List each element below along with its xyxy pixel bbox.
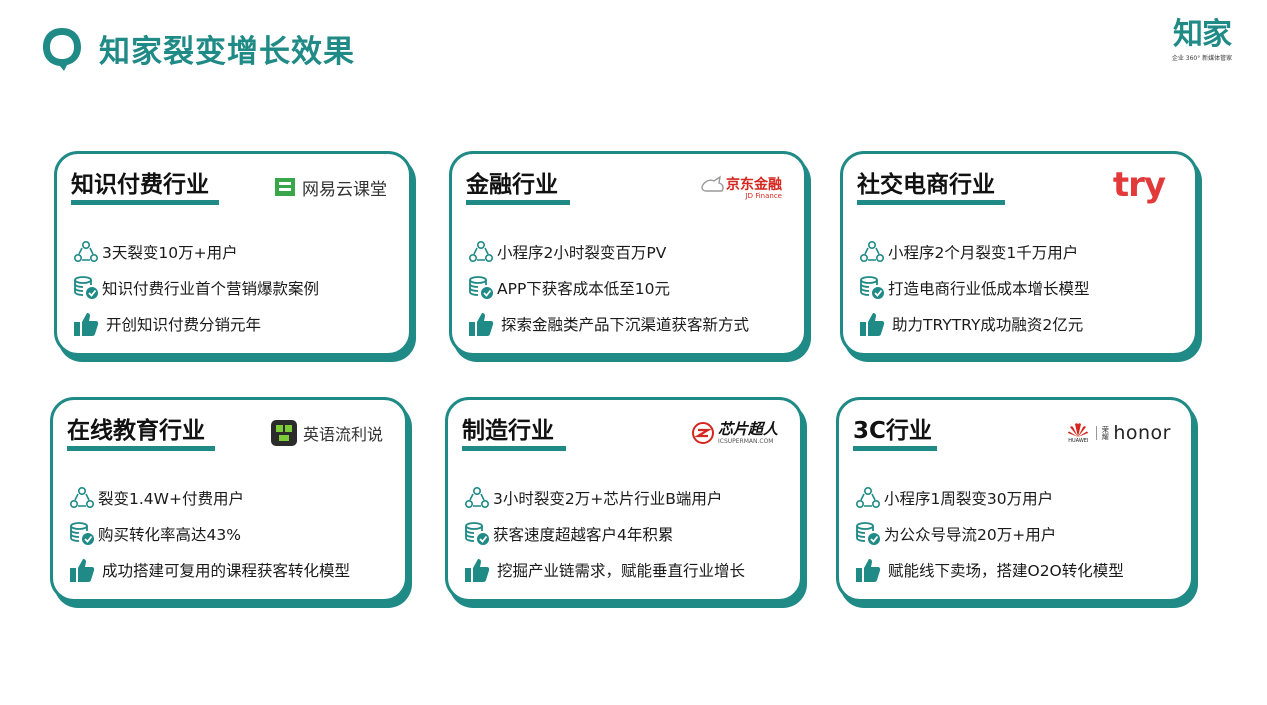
people-network-icon [73,240,98,263]
item-text: 3天裂变10万+用户 [102,244,238,262]
thumbs-up-icon [856,559,881,582]
jd-dog-icon [701,175,724,192]
people-network-icon [855,486,880,509]
coin-check-icon [469,276,493,299]
list-item: 小程序2小时裂变百万PV [468,234,749,270]
card-title: 知识付费行业 [71,172,209,198]
item-text: 打造电商行业低成本增长模型 [888,280,1090,298]
logo-text: 京东金融 [726,177,782,193]
thumbs-up-icon [465,559,490,582]
list-item: 赋能线下卖场，搭建O2O转化模型 [855,552,1124,588]
list-item: 成功搭建可复用的课程获客转化模型 [69,552,350,588]
honor-cn-text: 荣耀 [1096,426,1110,440]
liulishuo-app-icon [270,420,297,446]
jd-finance-logo: 京东金融 JD Finance [700,170,782,204]
thumbs-up-icon [860,313,885,336]
item-text: 助力TRYTRY成功融资2亿元 [892,316,1084,334]
title-underline [857,200,1005,205]
netease-cloud-classroom-logo: 网易云课堂 [274,170,387,204]
book-icon [275,178,295,196]
list-item: 挖掘产业链需求，赋能垂直行业增长 [464,552,745,588]
logo-text: 网易云课堂 [302,179,387,200]
item-text: 小程序2个月裂变1千万用户 [888,244,1079,262]
title-underline [462,446,566,451]
list-item: 为公众号导流20万+用户 [855,516,1124,552]
logo-text: honor [1113,422,1171,444]
list-item: 知识付费行业首个营销爆款案例 [73,270,319,306]
coin-check-icon [74,276,98,299]
item-text: 开创知识付费分销元年 [106,316,262,334]
brand-logo: 知家 企业 360° 新媒体管家 [1165,17,1239,63]
case-card-manufacturing: 制造行业 芯片超人 ICSUPERMAN.COM 3小时裂变2万+芯片行业B端用… [445,397,803,602]
logo-subtext: JD Finance [745,192,782,200]
item-text: 获客速度超越客户4年积累 [493,526,674,544]
card-title: 3C行业 [853,418,932,444]
case-card-online-education: 在线教育行业 英语流利说 裂变1.4W+付费用户 购买转化率高达43% 成功搭建… [50,397,408,602]
list-item: 3天裂变10万+用户 [73,234,319,270]
item-text: APP下获客成本低至10元 [497,280,671,298]
item-text: 知识付费行业首个营销爆款案例 [102,280,320,298]
item-text: 挖掘产业链需求，赋能垂直行业增长 [497,562,746,580]
icsuperman-icon [691,422,714,444]
list-item: 购买转化率高达43% [69,516,350,552]
title-underline [67,446,215,451]
item-text: 裂变1.4W+付费用户 [98,490,244,508]
thumbs-up-icon [70,559,95,582]
list-item: 探索金融类产品下沉渠道获客新方式 [468,306,749,342]
logo-text: 英语流利说 [302,425,383,444]
case-card-knowledge-payment: 知识付费行业 网易云课堂 3天裂变10万+用户 知识付费行业首个营销爆款案例 开… [54,151,412,356]
coin-check-icon [856,522,880,545]
item-text: 赋能线下卖场，搭建O2O转化模型 [888,562,1124,580]
people-network-icon [859,240,884,263]
try-logo: try [1112,165,1166,205]
item-text: 成功搭建可复用的课程获客转化模型 [102,562,351,580]
list-item: 裂变1.4W+付费用户 [69,480,350,516]
logo-subtext: ICSUPERMAN.COM [717,437,774,445]
coin-check-icon [860,276,884,299]
thumbs-up-icon [469,313,494,336]
brand-name: 知家 [1173,17,1232,52]
people-network-icon [69,486,94,509]
item-text: 小程序1周裂变30万用户 [884,490,1054,508]
coin-check-icon [465,522,489,545]
huawei-text: HUAWEI [1068,438,1089,444]
case-card-3c: 3C行业 HUAWEI 荣耀 honor 小程序1周裂变30万用户 为公众号导流… [836,397,1194,602]
card-title: 制造行业 [462,418,554,444]
logo-text: try [1112,165,1166,205]
item-text: 购买转化率高达43% [98,526,241,544]
title-underline [71,200,219,205]
list-item: 获客速度超越客户4年积累 [464,516,745,552]
item-text: 3小时裂变2万+芯片行业B端用户 [493,490,723,508]
list-item: 3小时裂变2万+芯片行业B端用户 [464,480,745,516]
huawei-honor-logo: HUAWEI 荣耀 honor [1067,416,1171,450]
brand-tagline: 企业 360° 新媒体管家 [1171,55,1233,62]
icsuperman-logo: 芯片超人 ICSUPERMAN.COM [691,416,778,450]
liulishuo-logo: 英语流利说 [270,416,383,450]
coin-check-icon [70,522,94,545]
item-text: 为公众号导流20万+用户 [884,526,1057,544]
item-text: 探索金融类产品下沉渠道获客新方式 [501,316,750,334]
people-network-icon [464,486,489,509]
title-underline [466,200,570,205]
list-item: 小程序1周裂变30万用户 [855,480,1124,516]
case-card-finance: 金融行业 京东金融 JD Finance 小程序2小时裂变百万PV APP下获客… [449,151,807,356]
card-title: 社交电商行业 [857,172,995,198]
title-underline [853,446,937,451]
list-item: 助力TRYTRY成功融资2亿元 [859,306,1090,342]
list-item: 开创知识付费分销元年 [73,306,319,342]
card-title: 金融行业 [466,172,558,198]
item-text: 小程序2小时裂变百万PV [497,244,667,262]
thumbs-up-icon [74,313,99,336]
huawei-flower-icon [1068,423,1089,437]
list-item: 小程序2个月裂变1千万用户 [859,234,1090,270]
case-card-social-ecommerce: 社交电商行业 try 小程序2个月裂变1千万用户 打造电商行业低成本增长模型 助… [840,151,1198,356]
list-item: APP下获客成本低至10元 [468,270,749,306]
logo-text: 芯片超人 [717,419,778,438]
page-title: 知家裂变增长效果 [99,34,355,70]
list-item: 打造电商行业低成本增长模型 [859,270,1090,306]
people-network-icon [468,240,493,263]
card-title: 在线教育行业 [67,418,205,444]
speech-bubble-icon [43,28,81,71]
